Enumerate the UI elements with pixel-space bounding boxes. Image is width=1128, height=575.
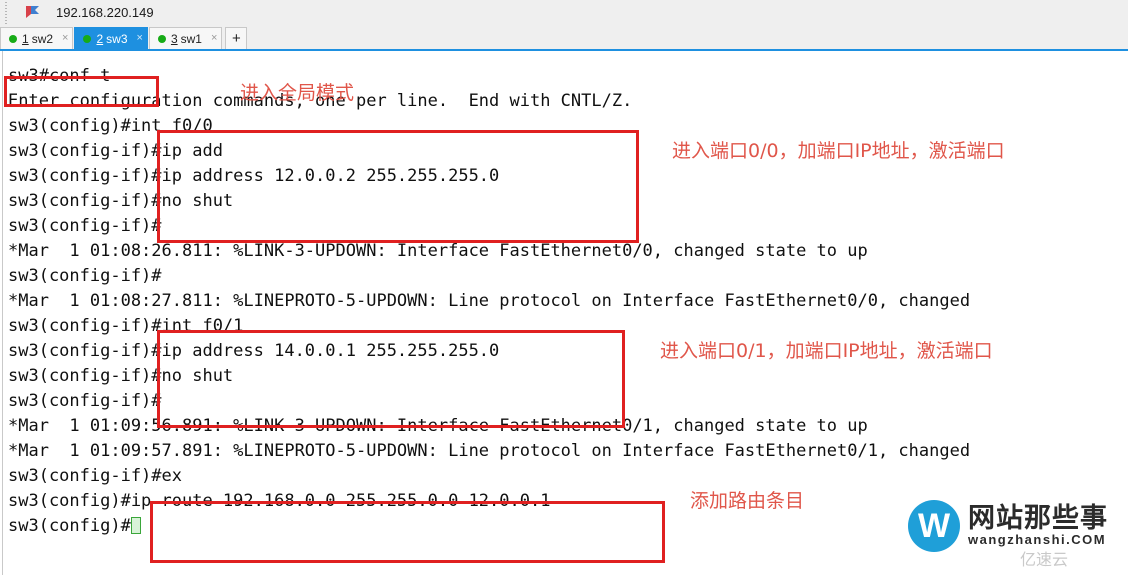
watermark-cn-text: 网站那些事 bbox=[968, 502, 1108, 534]
terminal-line: sw3(config-if)#no shut bbox=[8, 191, 234, 211]
tab-label: sw1 bbox=[180, 31, 202, 46]
close-icon[interactable]: × bbox=[137, 33, 143, 44]
tab-label: sw3 bbox=[106, 31, 128, 46]
terminal-line: sw3#conf t bbox=[8, 66, 111, 86]
flag-icon bbox=[24, 5, 42, 21]
tab-sw3[interactable]: 2 sw3 × bbox=[74, 27, 148, 49]
status-dot-icon bbox=[83, 34, 92, 43]
terminal-line: sw3(config-if)#ex bbox=[8, 466, 182, 486]
terminal-output[interactable]: sw3#conf t Enter configuration commands, … bbox=[0, 51, 1128, 575]
terminal-line: sw3(config-if)# bbox=[8, 391, 162, 411]
tab-label: sw2 bbox=[31, 31, 54, 46]
terminal-line: *Mar 1 01:08:27.811: %LINEPROTO-5-UPDOWN… bbox=[8, 291, 971, 311]
watermark: W 网站那些事 wangzhanshi.COM bbox=[908, 500, 1108, 552]
close-icon[interactable]: × bbox=[62, 33, 68, 44]
annotation-text-1: 进入全局模式 bbox=[240, 82, 355, 104]
terminal-window: 192.168.220.149 1 sw2 × 2 sw3 × 3 sw1 × … bbox=[0, 0, 1128, 575]
terminal-line: *Mar 1 01:08:26.811: %LINK-3-UPDOWN: Int… bbox=[8, 241, 868, 261]
watermark-ghost-text: 亿速云 bbox=[1020, 550, 1069, 569]
tab-number: 3 bbox=[170, 31, 178, 46]
terminal-line: sw3(config-if)#no shut bbox=[8, 366, 234, 386]
terminal-left-border bbox=[2, 51, 3, 575]
terminal-line: Enter configuration commands, one per li… bbox=[8, 91, 633, 111]
status-dot-icon bbox=[9, 34, 17, 43]
status-dot-icon bbox=[157, 34, 166, 43]
watermark-logo-icon: W bbox=[908, 500, 960, 552]
tab-number: 2 bbox=[96, 31, 104, 46]
annotation-text-3: 进入端口0/1，加端口IP地址，激活端口 bbox=[660, 340, 993, 362]
tab-bar: 1 sw2 × 2 sw3 × 3 sw1 × + bbox=[0, 25, 1128, 51]
window-titlebar: 192.168.220.149 bbox=[0, 0, 1128, 26]
terminal-line: *Mar 1 01:09:56.891: %LINK-3-UPDOWN: Int… bbox=[8, 416, 868, 436]
tab-sw1[interactable]: 3 sw1 × bbox=[148, 27, 223, 49]
tab-number: 1 bbox=[22, 31, 29, 46]
terminal-line: sw3(config-if)# bbox=[8, 216, 162, 236]
annotation-text-4: 添加路由条目 bbox=[690, 490, 805, 512]
new-tab-button[interactable]: + bbox=[225, 27, 248, 49]
window-title: 192.168.220.149 bbox=[56, 5, 154, 20]
close-icon[interactable]: × bbox=[211, 33, 217, 44]
tab-sw2[interactable]: 1 sw2 × bbox=[0, 27, 74, 49]
terminal-line: sw3(config-if)#ip address 12.0.0.2 255.2… bbox=[8, 166, 500, 186]
window-grip bbox=[3, 0, 10, 25]
terminal-line: sw3(config-if)# bbox=[8, 266, 162, 286]
terminal-cursor bbox=[130, 517, 141, 534]
terminal-line: *Mar 1 01:09:57.891: %LINEPROTO-5-UPDOWN… bbox=[8, 441, 971, 461]
annotation-text-2: 进入端口0/0，加端口IP地址，激活端口 bbox=[672, 140, 1005, 162]
